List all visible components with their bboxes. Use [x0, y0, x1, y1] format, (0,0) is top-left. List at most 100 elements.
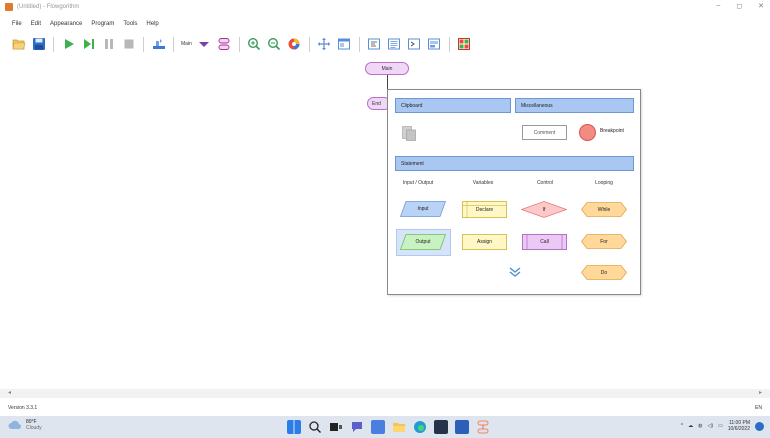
- watch-window-icon: [338, 38, 351, 50]
- save-button[interactable]: [30, 36, 47, 53]
- title-bar: (Untitled) - Flowgorithm – ◻ ✕: [0, 0, 770, 14]
- menu-program[interactable]: Program: [91, 21, 114, 27]
- step-button[interactable]: [80, 36, 97, 53]
- statement-header: Statement: [395, 156, 634, 171]
- layout-button[interactable]: [316, 36, 333, 53]
- menu-appearance[interactable]: Appearance: [50, 21, 82, 27]
- menu-edit[interactable]: Edit: [31, 21, 41, 27]
- clipboard-header: Clipboard: [395, 98, 511, 113]
- step-forward-icon: [83, 39, 94, 49]
- toolbar-separator: [358, 36, 360, 52]
- clock[interactable]: 11:00 PM 10/6/2022: [728, 420, 750, 432]
- weather-widget[interactable]: 80°F Cloudy: [8, 419, 42, 431]
- version-label: Version 3.3.1: [8, 405, 38, 411]
- if-shape[interactable]: If: [521, 201, 567, 218]
- edge-browser-icon[interactable]: [413, 420, 427, 434]
- source-code-button[interactable]: [366, 36, 383, 53]
- function-select[interactable]: Main: [180, 41, 193, 47]
- do-shape[interactable]: Do: [581, 265, 627, 280]
- scroll-left-icon[interactable]: ◂: [8, 389, 11, 398]
- zoom-out-icon: [268, 37, 281, 51]
- declare-shape[interactable]: Declare: [462, 201, 507, 218]
- console-window-icon: [408, 38, 421, 50]
- comment-shape[interactable]: Comment: [522, 125, 567, 140]
- manage-functions-button[interactable]: [216, 36, 233, 53]
- pause-button[interactable]: [100, 36, 117, 53]
- scroll-right-icon[interactable]: ▸: [759, 389, 762, 398]
- input-output-column-label: Input / Output: [402, 180, 434, 186]
- horizontal-scrollbar[interactable]: ◂ ▸: [0, 389, 770, 398]
- menu-tools[interactable]: Tools: [123, 21, 137, 27]
- move-arrows-icon: [318, 38, 331, 50]
- control-column-label: Control: [536, 180, 554, 186]
- folder-open-icon: [12, 39, 25, 50]
- windows-start-icon[interactable]: [287, 420, 301, 434]
- console-button[interactable]: [406, 36, 423, 53]
- code-window-icon: [368, 38, 381, 50]
- file-explorer-icon[interactable]: [392, 420, 406, 434]
- list-window-icon: [388, 38, 401, 50]
- speed-button[interactable]: [150, 36, 167, 53]
- task-view-icon[interactable]: [329, 420, 343, 434]
- expand-chevron-icon[interactable]: [509, 267, 521, 277]
- open-button[interactable]: [10, 36, 27, 53]
- toolbar-separator: [238, 36, 240, 52]
- while-shape[interactable]: While: [581, 202, 627, 217]
- variable-watch-button[interactable]: [336, 36, 353, 53]
- search-icon[interactable]: [308, 420, 322, 434]
- cloud-icon: [8, 420, 21, 429]
- chat-icon[interactable]: [350, 420, 364, 434]
- flowchart-canvas[interactable]: Main End: [0, 56, 770, 386]
- notification-badge-icon[interactable]: [755, 421, 764, 431]
- minimize-button[interactable]: –: [716, 2, 720, 10]
- menu-bar: File Edit Appearance Program Tools Help: [0, 18, 159, 29]
- output-shape[interactable]: Output: [400, 234, 446, 250]
- variables-column-label: Variables: [472, 180, 494, 186]
- assign-shape[interactable]: Assign: [462, 234, 507, 250]
- onedrive-cloud-icon[interactable]: ☁: [688, 423, 693, 429]
- clock-date: 10/6/2022: [727, 426, 750, 432]
- close-button[interactable]: ✕: [758, 2, 764, 10]
- breakpoint-circle-icon[interactable]: [579, 124, 596, 141]
- toolbar-separator: [143, 36, 144, 52]
- word-app-icon[interactable]: [455, 420, 469, 434]
- run-button[interactable]: [60, 36, 77, 53]
- battery-icon[interactable]: ▭: [718, 423, 723, 429]
- paste-clipboard-icon[interactable]: [402, 125, 416, 141]
- main-start-shape[interactable]: Main: [365, 62, 409, 75]
- list-window-button[interactable]: [386, 36, 403, 53]
- system-tray: ^ ☁ ◍ ◁) ▭ 11:00 PM 10/6/2022: [681, 420, 764, 432]
- volume-icon[interactable]: ◁): [708, 423, 714, 429]
- stop-button[interactable]: [120, 36, 137, 53]
- style-button[interactable]: [286, 36, 303, 53]
- zoom-in-icon: [248, 37, 261, 51]
- floppy-disk-icon: [32, 38, 45, 50]
- pinned-apps: [287, 420, 490, 434]
- looping-column-label: Looping: [595, 180, 613, 186]
- menu-help[interactable]: Help: [146, 21, 158, 27]
- tray-chevron-up-icon[interactable]: ^: [681, 423, 683, 429]
- breakpoint-label: Breakpoint: [600, 128, 624, 134]
- breakpoint-window-button[interactable]: [456, 36, 473, 53]
- for-shape[interactable]: For: [581, 234, 627, 249]
- function-dropdown[interactable]: [196, 36, 213, 53]
- flowgorithm-taskbar-icon[interactable]: [476, 420, 490, 434]
- store-app-icon[interactable]: [434, 420, 448, 434]
- network-globe-icon[interactable]: ◍: [698, 423, 702, 429]
- widgets-app-icon[interactable]: [371, 420, 385, 434]
- grid-window-icon: [458, 38, 471, 50]
- call-shape[interactable]: Call: [522, 234, 567, 250]
- maximize-button[interactable]: ◻: [736, 2, 742, 10]
- zoom-out-button[interactable]: [266, 36, 283, 53]
- toolbar-separator: [448, 36, 450, 52]
- zoom-in-button[interactable]: [246, 36, 263, 53]
- flowgorithm-app-icon: [5, 3, 13, 11]
- menu-file[interactable]: File: [12, 21, 22, 27]
- toolbar-separator: [173, 36, 174, 52]
- call-label: Call: [540, 239, 549, 245]
- stop-icon: [124, 39, 133, 49]
- chart-window-button[interactable]: [426, 36, 443, 53]
- language-label: EN: [755, 405, 762, 411]
- input-shape[interactable]: Input: [400, 201, 446, 217]
- toolbar-separator: [53, 36, 54, 52]
